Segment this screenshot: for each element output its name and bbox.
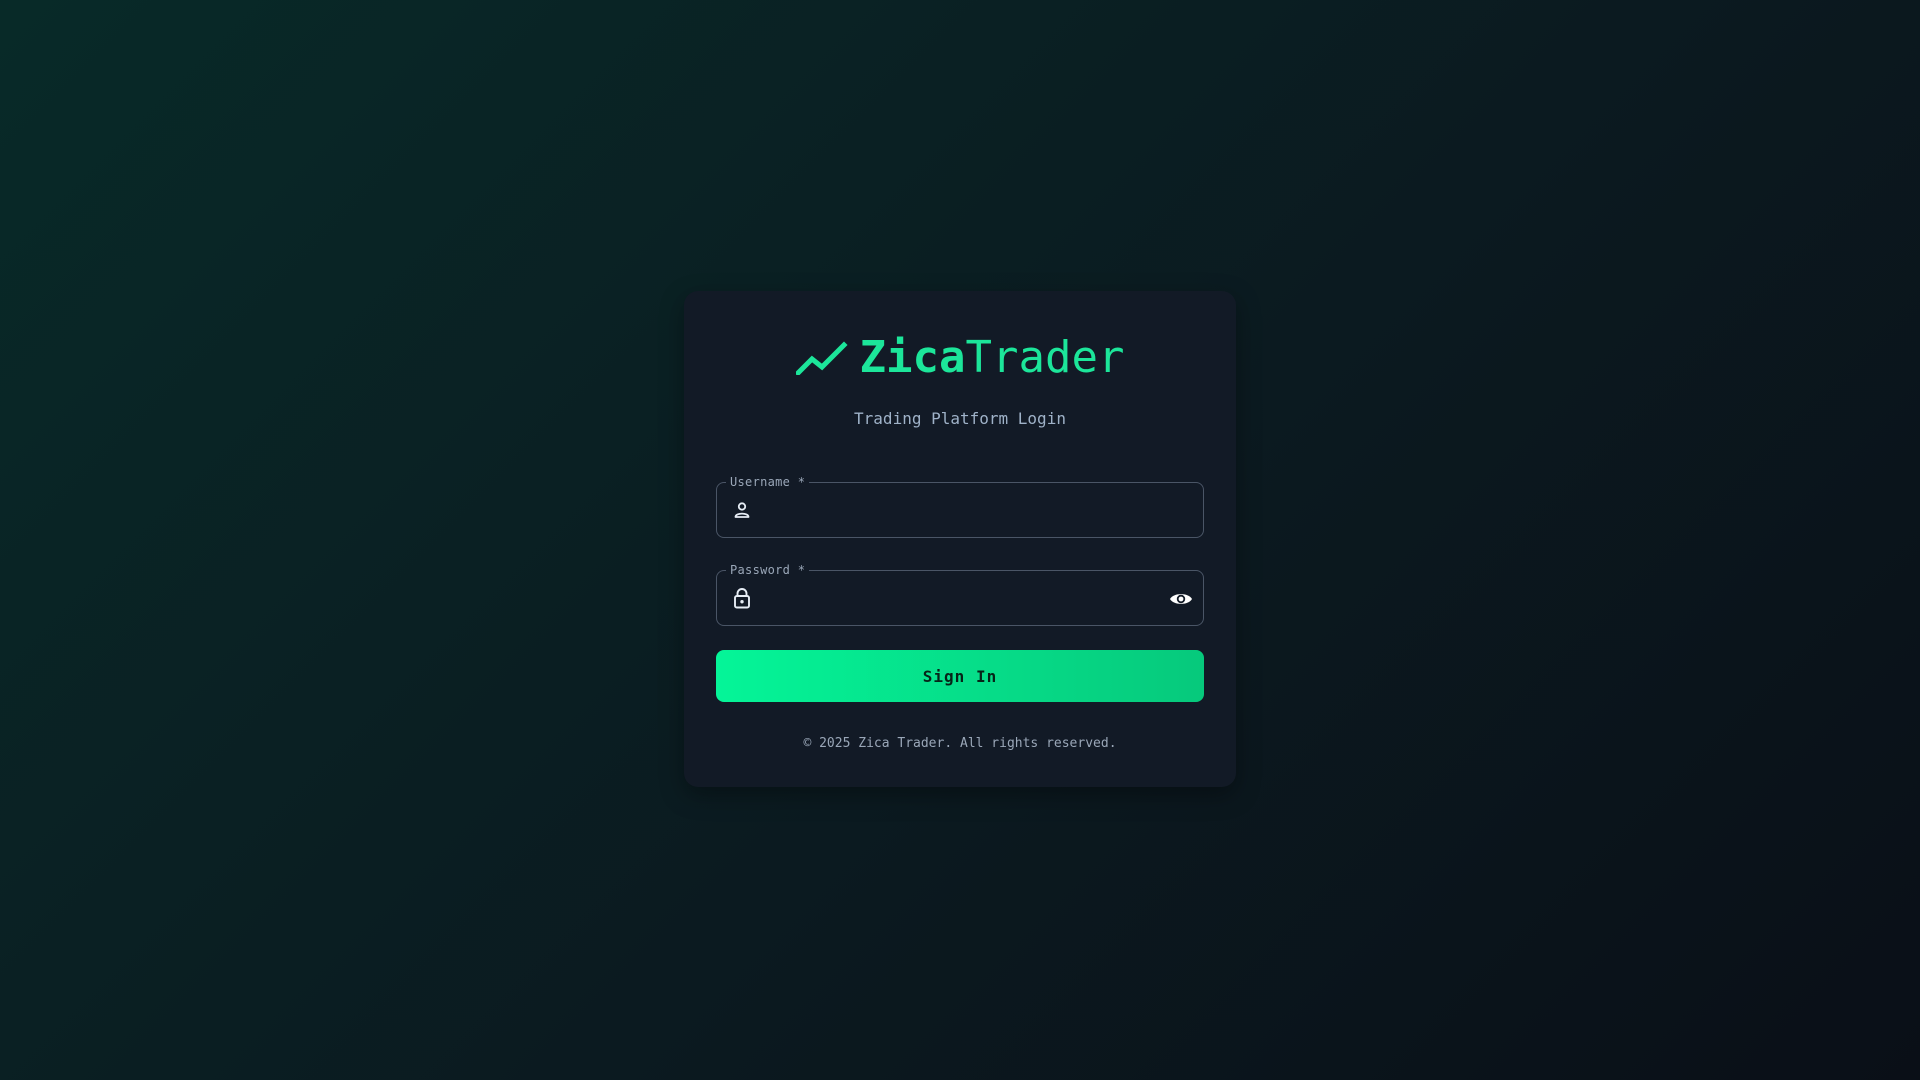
login-card: ZicaTrader Trading Platform Login Userna… <box>684 291 1236 787</box>
brand-name-light: Trader <box>965 332 1125 383</box>
brand-logo: ZicaTrader <box>684 329 1236 387</box>
page-subtitle: Trading Platform Login <box>854 409 1066 428</box>
brand-name: ZicaTrader <box>860 329 1125 387</box>
eye-icon[interactable] <box>1167 585 1195 613</box>
password-input[interactable] <box>765 581 1147 617</box>
user-icon <box>731 499 753 521</box>
password-field[interactable]: Password * <box>716 562 1204 626</box>
lock-icon <box>731 587 753 609</box>
copyright-footer: © 2025 Zica Trader. All rights reserved. <box>803 736 1117 751</box>
username-field[interactable]: Username * <box>716 474 1204 538</box>
brand-name-bold: Zica <box>859 332 966 383</box>
trending-up-icon <box>795 340 848 376</box>
username-input[interactable] <box>765 493 1147 529</box>
password-label: Password * <box>726 562 810 578</box>
username-label: Username * <box>726 474 810 490</box>
sign-in-button[interactable]: Sign In <box>716 650 1204 702</box>
